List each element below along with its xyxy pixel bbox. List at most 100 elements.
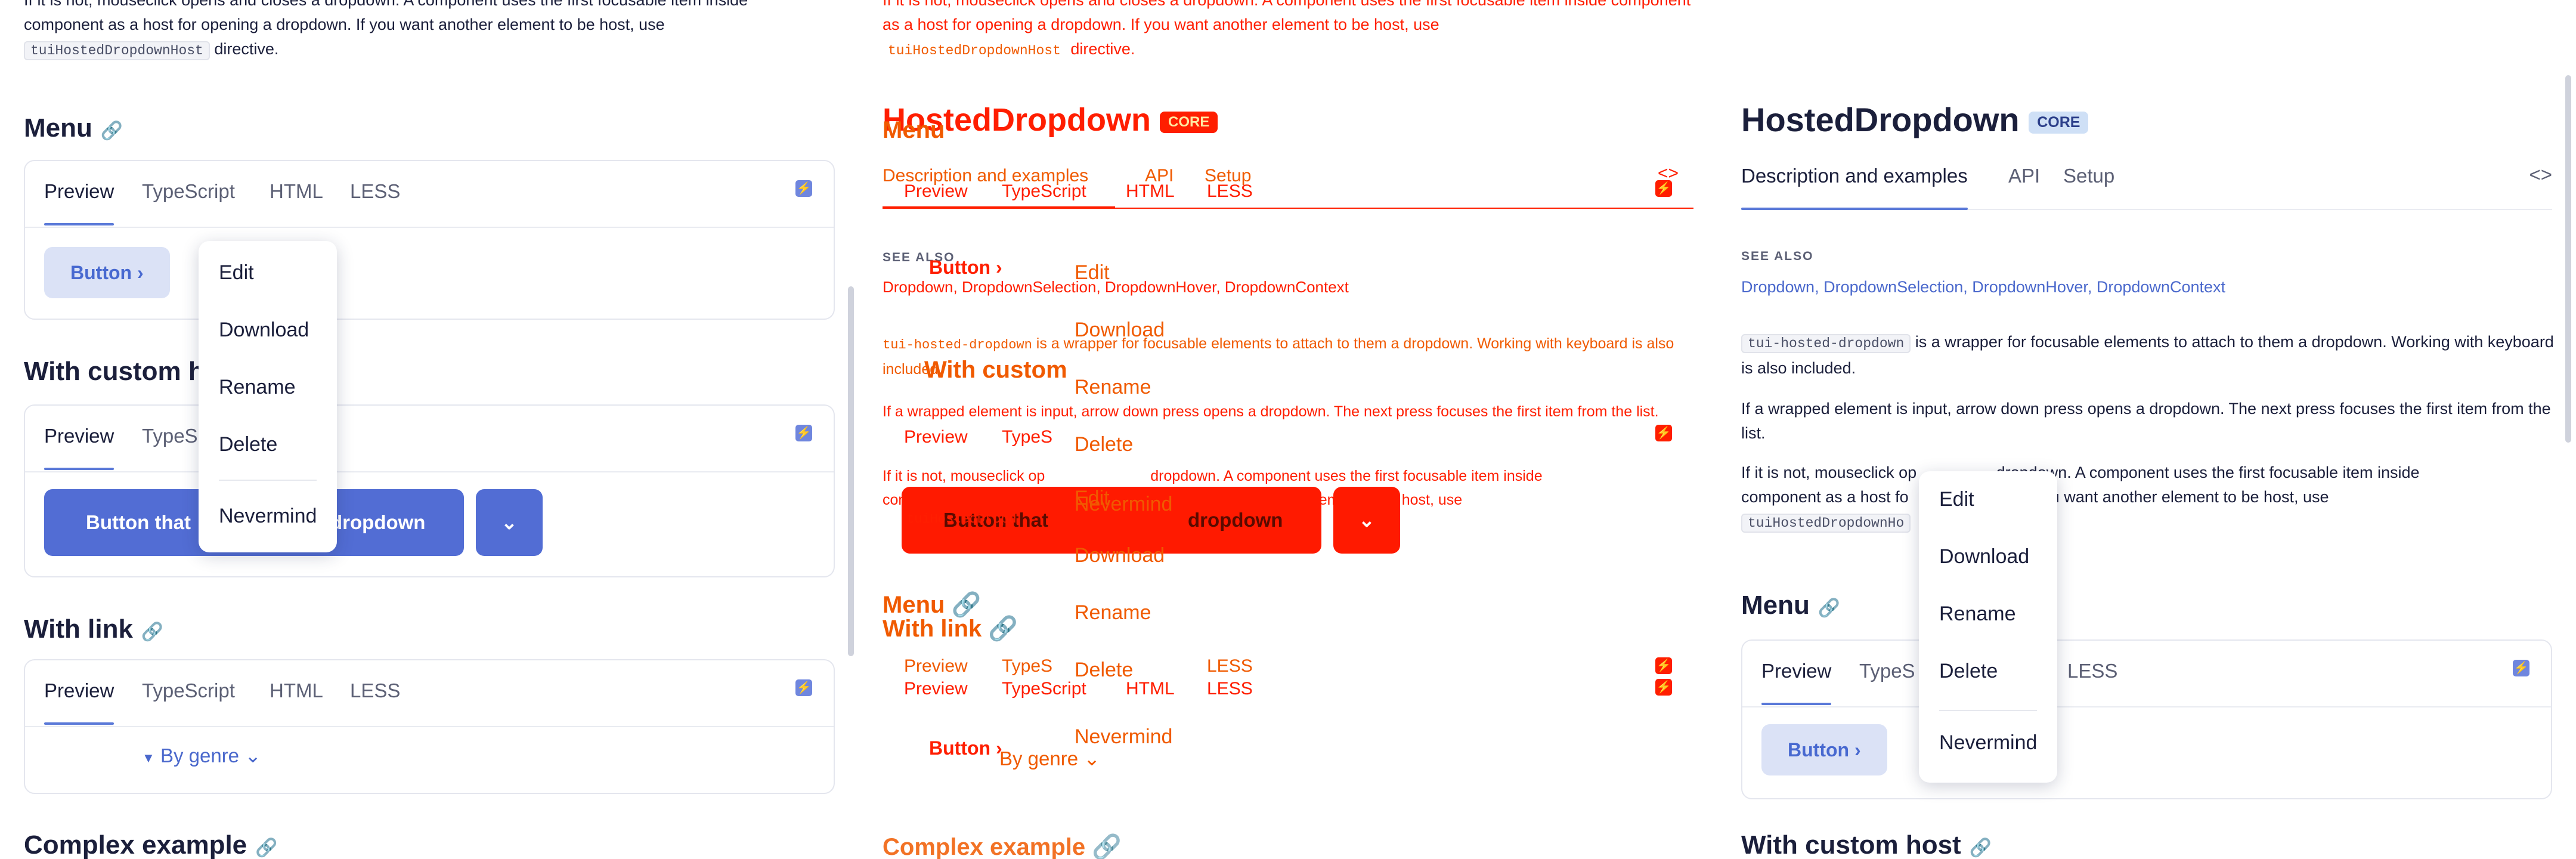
menu-item-download[interactable]: Download (219, 319, 309, 342)
code-toggle-icon[interactable]: <> (2529, 163, 2552, 186)
button-label: Button that (86, 511, 191, 533)
ghost-menu-item: Delete (1075, 433, 1134, 456)
tab-api[interactable]: API (2008, 165, 2040, 187)
button-label: Button (70, 262, 132, 283)
menu-item-rename[interactable]: Rename (1939, 602, 2016, 626)
button-label: Button (1788, 739, 1850, 761)
section-heading-menu: Menu 🔗 (24, 113, 123, 143)
menu-item-rename[interactable]: Rename (219, 376, 296, 399)
tab-preview[interactable]: Preview (44, 180, 114, 225)
scrollbar-thumb[interactable] (2565, 75, 2571, 443)
chevron-down-icon: ⌄ (244, 744, 261, 767)
page-title: HostedDropdown CORE (1741, 100, 2089, 139)
demo-card-custom-host: Preview TypeS ⚡ Button that dropdown ⌄ (24, 404, 835, 577)
ghost-tab-html: HTML (1126, 181, 1175, 201)
ghost-code-frag: tuiHostedDropd (906, 512, 1017, 527)
tab-preview[interactable]: Preview (44, 425, 114, 470)
ghost-heading-with-link: With link 🔗 (883, 616, 1018, 642)
section-heading-complex: Complex example 🔗 (24, 830, 278, 859)
menu-item-delete[interactable]: Delete (1939, 660, 1998, 683)
stackblitz-icon[interactable]: ⚡ (795, 679, 812, 696)
ghost-tab-less: LESS (1207, 181, 1253, 201)
scrollbar-thumb[interactable] (848, 286, 854, 656)
paragraph-text: If it is not, mouseclick opens and close… (24, 0, 748, 33)
demo-card-menu: Preview TypeS LESS ⚡ Button › (1741, 639, 2552, 799)
ghost-tab-types-3: TypeS (1002, 656, 1053, 676)
ghost-menu-item: Rename (1075, 601, 1151, 624)
paragraph-text: If a wrapped element is input, arrow dow… (1741, 400, 2551, 442)
paragraph-text: If it is not, mouseclick op (1741, 464, 1917, 481)
link-label: By genre (160, 744, 240, 767)
tab-preview[interactable]: Preview (1761, 660, 1832, 705)
menu-item-delete[interactable]: Delete (219, 433, 277, 456)
tab-html[interactable]: HTML (270, 180, 323, 203)
ghost-menu-item: Download (1075, 544, 1165, 567)
dropdown-button[interactable]: Button › (44, 247, 170, 298)
panel-scrolled-examples: If it is not, mouseclick opens and close… (0, 0, 859, 859)
tab-typescript[interactable]: TypeS (142, 425, 198, 447)
paragraph-text: dropdown. A component uses the first foc… (1996, 464, 2420, 481)
tab-less[interactable]: LESS (350, 180, 400, 203)
paragraph-text: If a wrapped element is input, arrow dow… (883, 403, 1659, 420)
link-dropdown[interactable]: Dropdown (1741, 278, 1815, 296)
menu-item-download[interactable]: Download (1939, 545, 2029, 568)
dropdown-button[interactable]: Button › (1761, 724, 1887, 775)
tab-description[interactable]: Description and examples (1741, 165, 1968, 210)
tab-typescript[interactable]: TypeS (1859, 660, 1915, 682)
anchor-link-icon[interactable]: 🔗 (1970, 838, 1992, 858)
core-badge: CORE (1159, 111, 1218, 133)
dropdown-menu: Edit Download Rename Delete Nevermind (1919, 471, 2057, 783)
see-also-links: Dropdown, DropdownSelection, DropdownHov… (1741, 278, 2225, 296)
ghost-dropdown-toggle: ⌄ (1333, 487, 1400, 554)
link-dropdown-selection[interactable]: DropdownSelection (1823, 278, 1963, 296)
tab-setup[interactable]: Setup (2063, 165, 2114, 187)
stackblitz-icon[interactable]: ⚡ (795, 425, 812, 441)
panel-page-top: HostedDropdown CORE Description and exam… (1717, 0, 2576, 859)
anchor-link-icon[interactable]: 🔗 (141, 622, 163, 642)
caret-down-icon: ▼ (142, 750, 155, 765)
ghost-button-2: Button › (929, 737, 1002, 759)
core-badge: CORE (2029, 111, 2089, 134)
ghost-bolt-icon: ⚡ (1655, 657, 1672, 674)
directive-code: tuiHostedDropdownHo (1741, 514, 1911, 533)
heading-text: Menu (883, 117, 945, 143)
heading-text: Menu (24, 113, 92, 143)
link-label: By genre (999, 747, 1079, 770)
ghost-tab-preview-3: Preview (904, 656, 968, 676)
demo-tabs: Preview TypeS LESS ⚡ (1742, 641, 2551, 707)
ghost-tab-typescript: TypeScript (1002, 181, 1086, 201)
heading-text: With custom h (24, 357, 205, 386)
see-also-label: SEE ALSO (1741, 249, 1814, 263)
tab-less[interactable]: LESS (2067, 660, 2117, 682)
anchor-link-icon[interactable]: 🔗 (1818, 598, 1840, 618)
ghost-tag-code: tui-hosted-dropdown (883, 338, 1032, 353)
heading-text: With custom (924, 357, 1067, 383)
menu-item-nevermind[interactable]: Nevermind (219, 505, 317, 528)
link-dropdown-context[interactable]: DropdownContext (2097, 278, 2225, 296)
tab-typescript[interactable]: TypeScript (142, 679, 235, 702)
panel-overlay-diff: If it is not, mouseclick opens and close… (859, 0, 1717, 859)
ghost-menu-item: Edit (1075, 261, 1110, 284)
menu-divider (1939, 710, 2037, 711)
ghost-tabs-border (883, 208, 1693, 209)
directive-word: directive. (214, 40, 279, 58)
anchor-link-icon[interactable]: 🔗 (101, 121, 123, 141)
tab-preview[interactable]: Preview (44, 679, 114, 725)
dropdown-toggle-button[interactable]: ⌄ (476, 489, 543, 556)
menu-item-nevermind[interactable]: Nevermind (1939, 731, 2037, 755)
tab-less[interactable]: LESS (350, 679, 400, 702)
ghost-tab-preview: Preview (904, 181, 968, 201)
by-genre-link[interactable]: ▼ By genre ⌄ (142, 744, 261, 767)
heading-text: Complex example (24, 830, 247, 859)
paragraph-text: dropdown. A component uses the first foc… (1150, 468, 1543, 484)
tab-html[interactable]: HTML (270, 679, 323, 702)
menu-item-edit[interactable]: Edit (1939, 488, 1974, 511)
ghost-menu-item: Nevermind (1075, 725, 1173, 748)
tab-typescript[interactable]: TypeScript (142, 180, 235, 203)
stackblitz-icon[interactable]: ⚡ (2513, 660, 2529, 676)
stackblitz-icon[interactable]: ⚡ (795, 180, 812, 197)
menu-item-edit[interactable]: Edit (219, 261, 254, 285)
chevron-right-icon: › (1854, 739, 1861, 761)
anchor-link-icon[interactable]: 🔗 (255, 838, 277, 858)
link-dropdown-hover[interactable]: DropdownHover (1972, 278, 2088, 296)
